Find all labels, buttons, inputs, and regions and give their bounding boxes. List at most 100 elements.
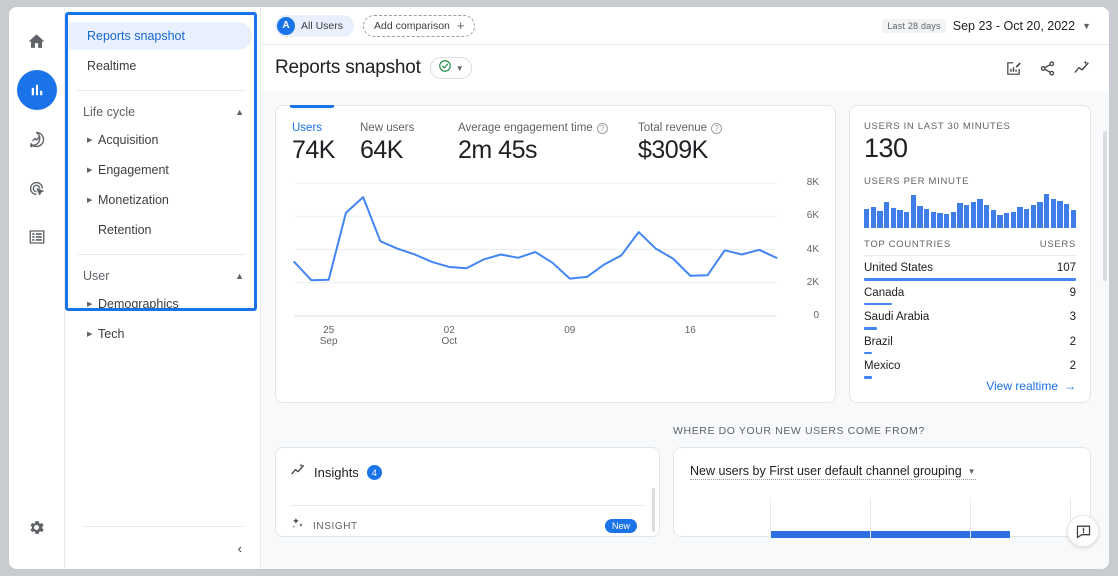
- country-name: Saudi Arabia: [864, 311, 930, 323]
- metric-total-revenue[interactable]: Total revenue ? $309K: [638, 122, 723, 165]
- spark-bar: [937, 213, 943, 228]
- metric-value: $309K: [638, 136, 708, 164]
- top-countries-list: United States 107 Canada 9 Saudi Arabia 3 Braz…: [864, 256, 1076, 379]
- spark-bar: [877, 210, 883, 228]
- sidebar-item-label: Acquisition: [98, 133, 159, 147]
- audience-chip-all-users[interactable]: A All Users: [275, 14, 355, 37]
- view-realtime-link[interactable]: View realtime →: [864, 379, 1076, 393]
- customize-report-icon[interactable]: [1005, 60, 1022, 77]
- nav-divider: [77, 254, 246, 255]
- chevron-right-icon: ▶: [87, 196, 93, 204]
- date-range-selector[interactable]: Last 28 days Sep 23 - Oct 20, 2022 ▼: [882, 18, 1091, 33]
- insights-scrollbar[interactable]: [652, 488, 655, 532]
- sidebar-item-tech[interactable]: ▶ Tech: [69, 320, 252, 348]
- metric-avg-engagement-time[interactable]: Average engagement time ? 2m 45s: [458, 122, 638, 165]
- sidebar-nav: Reports snapshot Realtime Life cycle ▲ ▶…: [65, 7, 261, 569]
- page-scrollbar[interactable]: [1103, 131, 1107, 281]
- users-column-label: USERS: [1039, 239, 1076, 250]
- insights-count-badge: 4: [366, 465, 382, 480]
- sidebar-item-label: Tech: [98, 327, 125, 341]
- feedback-icon: [1076, 525, 1090, 538]
- country-row[interactable]: United States 107: [864, 256, 1076, 281]
- insights-section-caption: [275, 425, 660, 442]
- country-row[interactable]: Saudi Arabia 3: [864, 305, 1076, 330]
- sidebar-item-demographics[interactable]: ▶ Demographics: [69, 290, 252, 318]
- country-users: 2: [1069, 335, 1076, 348]
- spark-bar: [870, 206, 876, 228]
- collapse-nav-button[interactable]: ‹: [65, 527, 260, 569]
- gear-icon[interactable]: [17, 507, 57, 547]
- realtime-users-value: 130: [864, 133, 908, 163]
- comparison-toolbar: A All Users Add comparison + Last 28 day…: [261, 7, 1109, 45]
- sidebar-item-realtime[interactable]: Realtime: [69, 52, 252, 80]
- spark-bar: [1017, 206, 1023, 228]
- gridline: [770, 498, 771, 540]
- new-badge: New: [604, 519, 637, 533]
- spark-bar: [1050, 199, 1056, 228]
- add-comparison-button[interactable]: Add comparison +: [363, 14, 476, 37]
- chevron-down-icon: ▼: [455, 63, 464, 73]
- date-range-text: Sep 23 - Oct 20, 2022: [952, 18, 1076, 33]
- metric-value: 64K: [360, 136, 403, 164]
- country-name: Brazil: [864, 335, 893, 348]
- sidebar-item-engagement[interactable]: ▶ Engagement: [69, 156, 252, 184]
- help-icon[interactable]: ?: [596, 122, 608, 134]
- insight-list-item[interactable]: INSIGHT New: [290, 505, 645, 536]
- metric-label: Users: [292, 122, 323, 134]
- sidebar-item-reports-snapshot[interactable]: Reports snapshot: [69, 22, 252, 50]
- insights-card: Insights 4 INSIGHT New: [275, 447, 660, 537]
- sidebar-group-label: User: [83, 269, 110, 283]
- sidebar-item-label: Retention: [98, 223, 152, 237]
- target-cursor-icon[interactable]: [17, 168, 57, 208]
- metric-label: New users: [360, 122, 415, 134]
- main-content: A All Users Add comparison + Last 28 day…: [261, 7, 1109, 569]
- spark-bar: [984, 205, 990, 228]
- spark-bar: [884, 202, 890, 228]
- insights-icon[interactable]: [1073, 59, 1091, 77]
- sidebar-item-label: Monetization: [98, 193, 169, 207]
- sidebar-group-life-cycle[interactable]: Life cycle ▲: [65, 99, 260, 125]
- metric-label-wrap: Total revenue ?: [638, 122, 723, 134]
- home-icon[interactable]: [17, 21, 57, 61]
- sidebar-group-user[interactable]: User ▲: [65, 263, 260, 289]
- arrow-right-icon: →: [1064, 378, 1076, 393]
- explore-bubble-icon[interactable]: [17, 119, 57, 159]
- spark-bar: [930, 211, 936, 228]
- spark-bar: [864, 208, 870, 228]
- chevron-down-icon: ▼: [967, 466, 976, 476]
- new-users-bar-chart[interactable]: [674, 498, 1090, 540]
- users-line-chart[interactable]: 0 2K 4K 6K 8K 25 Sep 02 Oct 09 16: [290, 175, 821, 380]
- sidebar-item-retention[interactable]: ▶ Retention: [69, 216, 252, 244]
- metric-label: Total revenue: [638, 122, 708, 134]
- metric-row: Users 74K New users 64K Average engageme…: [290, 122, 821, 165]
- library-list-icon[interactable]: [17, 217, 57, 257]
- metric-users[interactable]: Users 74K: [292, 122, 360, 165]
- sidebar-item-label: Engagement: [98, 163, 169, 177]
- sidebar-item-label: Reports snapshot: [87, 29, 185, 43]
- country-row[interactable]: Brazil 2: [864, 330, 1076, 354]
- sidebar-item-monetization[interactable]: ▶ Monetization: [69, 186, 252, 214]
- help-icon[interactable]: ?: [711, 122, 723, 134]
- report-status-selector[interactable]: ▼: [429, 57, 472, 79]
- sidebar-item-acquisition[interactable]: ▶ Acquisition: [69, 126, 252, 154]
- country-name: Canada: [864, 286, 905, 299]
- report-scroll-area[interactable]: Users 74K New users 64K Average engageme…: [261, 91, 1109, 569]
- new-users-dimension-selector[interactable]: New users by First user default channel …: [690, 464, 976, 480]
- metric-new-users[interactable]: New users 64K: [360, 122, 458, 165]
- country-row[interactable]: Canada 9: [864, 281, 1076, 305]
- insights-title: Insights: [314, 465, 359, 480]
- chevron-right-icon: ▶: [87, 166, 93, 174]
- feedback-button[interactable]: [1067, 515, 1099, 547]
- top-countries-header: TOP COUNTRIES USERS: [864, 239, 1076, 256]
- spark-bar: [904, 211, 910, 228]
- sparkle-icon: [290, 516, 305, 536]
- share-icon[interactable]: [1039, 60, 1056, 77]
- country-row[interactable]: Mexico 2: [864, 354, 1076, 379]
- sidebar-group-label: Life cycle: [83, 105, 136, 119]
- active-metric-indicator: [290, 105, 334, 108]
- bar-chart-icon[interactable]: [16, 70, 57, 110]
- plus-icon: +: [456, 18, 465, 33]
- chevron-up-icon: ▲: [235, 107, 244, 117]
- sidebar-item-label: Realtime: [87, 59, 137, 73]
- insights-sparkline-icon: [290, 462, 306, 483]
